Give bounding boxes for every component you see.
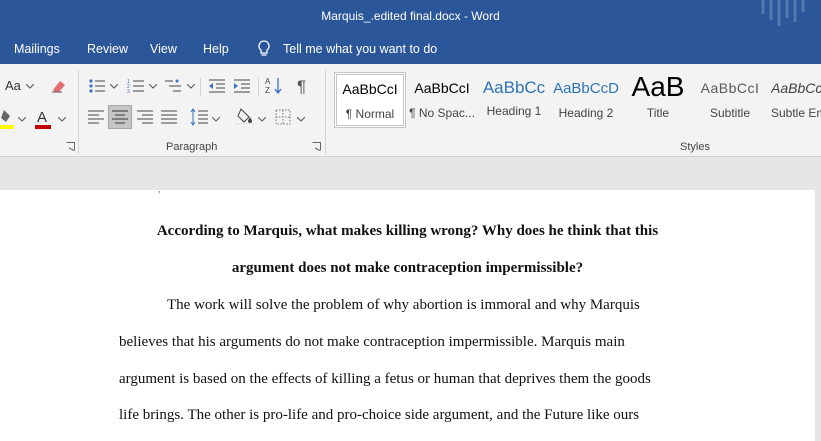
- style-name: ¶ Normal: [345, 107, 395, 121]
- group-divider: [325, 70, 326, 154]
- document-body-line: life brings. The other is pro-life and p…: [119, 407, 640, 423]
- style-heading-1[interactable]: AaBbCc Heading 1: [478, 72, 550, 128]
- document-page[interactable]: , According to Marquis, what makes killi…: [0, 184, 815, 441]
- tab-help[interactable]: Help: [203, 42, 229, 56]
- style-name: Heading 1: [486, 104, 542, 118]
- tab-mailings[interactable]: Mailings: [14, 42, 60, 56]
- style-title[interactable]: AaB Title: [622, 72, 694, 128]
- clear-formatting-icon[interactable]: [50, 78, 68, 94]
- divider: [200, 78, 201, 96]
- paragraph-group-label: Paragraph: [166, 141, 218, 153]
- title-bar-decoration: [761, 0, 805, 26]
- style-name: Subtle Em: [771, 106, 821, 120]
- style-name: ¶ No Spac...: [409, 106, 475, 120]
- chevron-down-icon: [297, 117, 305, 122]
- decrease-indent-icon[interactable]: [208, 78, 226, 94]
- ribbon: Aa A 1 2 3 A Z ¶ Paragraph AaBbCcI ¶ Nor…: [0, 64, 821, 157]
- document-right-margin: [815, 190, 821, 441]
- divider: [258, 78, 259, 96]
- chevron-down-icon: [26, 84, 34, 89]
- style-subtle-emphasis[interactable]: AaBbCcI Subtle Em: [766, 72, 821, 128]
- svg-text:3: 3: [127, 89, 130, 94]
- justify-icon[interactable]: [161, 110, 177, 124]
- chevron-down-icon: [149, 84, 157, 89]
- styles-group-label: Styles: [680, 141, 710, 153]
- tab-view[interactable]: View: [150, 42, 177, 56]
- document-body-line: believes that his arguments do not make …: [119, 334, 625, 350]
- document-body-line: The work will solve the problem of why a…: [167, 297, 640, 313]
- show-hide-marks-icon[interactable]: ¶: [297, 77, 311, 95]
- font-dialog-launcher-icon[interactable]: [66, 142, 75, 151]
- align-right-icon[interactable]: [137, 110, 153, 124]
- style-sample: AaBbCcI: [342, 81, 398, 97]
- style-normal[interactable]: AaBbCcI ¶ Normal: [334, 72, 406, 128]
- align-center-button[interactable]: [108, 105, 132, 129]
- group-divider: [78, 70, 79, 154]
- numbering-icon[interactable]: 1 2 3: [127, 78, 145, 94]
- style-sample: AaBbCcI: [414, 80, 470, 96]
- chevron-down-icon: [187, 84, 195, 89]
- document-heading-line-2: argument does not make contraception imp…: [231, 260, 584, 276]
- chevron-down-icon: [110, 84, 118, 89]
- ribbon-tab-bar: Mailings Review View Help Tell me what y…: [0, 34, 821, 64]
- multilevel-list-icon[interactable]: [164, 78, 182, 94]
- chevron-down-icon: [258, 117, 266, 122]
- shading-icon[interactable]: [236, 107, 254, 127]
- style-name: Title: [646, 106, 670, 120]
- tab-review[interactable]: Review: [87, 42, 128, 56]
- style-heading-2[interactable]: AaBbCcD Heading 2: [550, 72, 622, 128]
- chevron-down-icon: [212, 117, 220, 122]
- document-workspace-background: [0, 157, 821, 190]
- svg-text:A: A: [37, 109, 47, 126]
- highlight-color-icon[interactable]: [0, 108, 14, 130]
- bullets-icon[interactable]: [88, 78, 106, 94]
- change-case-button[interactable]: Aa: [5, 78, 21, 93]
- svg-text:¶: ¶: [297, 77, 306, 95]
- chevron-down-icon: [58, 117, 66, 122]
- paragraph-dialog-launcher-icon[interactable]: [312, 142, 321, 151]
- increase-indent-icon[interactable]: [233, 78, 251, 94]
- svg-text:Z: Z: [265, 86, 270, 95]
- cursor-mark: ,: [158, 184, 161, 195]
- sort-icon[interactable]: A Z: [265, 76, 283, 96]
- chevron-down-icon: [18, 117, 26, 122]
- title-bar: Marquis_.edited final.docx - Word: [0, 0, 821, 34]
- align-center-icon: [112, 110, 128, 124]
- style-name: Heading 2: [558, 106, 614, 120]
- tell-me-search[interactable]: Tell me what you want to do: [283, 42, 437, 56]
- align-left-icon[interactable]: [88, 110, 104, 124]
- style-sample: AaB: [631, 72, 685, 102]
- style-subtitle[interactable]: AaBbCcI Subtitle: [694, 72, 766, 128]
- style-name: Subtitle: [709, 106, 751, 120]
- line-spacing-icon[interactable]: [190, 108, 208, 126]
- lightbulb-icon: [258, 40, 270, 56]
- style-sample: AaBbCcD: [553, 80, 619, 97]
- window-title: Marquis_.edited final.docx - Word: [321, 9, 500, 23]
- style-sample: AaBbCcI: [771, 80, 821, 96]
- font-color-icon[interactable]: A: [34, 108, 52, 130]
- document-body-line: argument is based on the effects of kill…: [119, 371, 651, 387]
- style-no-spacing[interactable]: AaBbCcI ¶ No Spac...: [406, 72, 478, 128]
- svg-text:A: A: [265, 77, 271, 86]
- borders-icon[interactable]: [275, 109, 291, 125]
- document-heading-line-1: According to Marquis, what makes killing…: [156, 223, 659, 239]
- style-sample: AaBbCc: [482, 78, 546, 97]
- style-sample: AaBbCcI: [700, 80, 760, 96]
